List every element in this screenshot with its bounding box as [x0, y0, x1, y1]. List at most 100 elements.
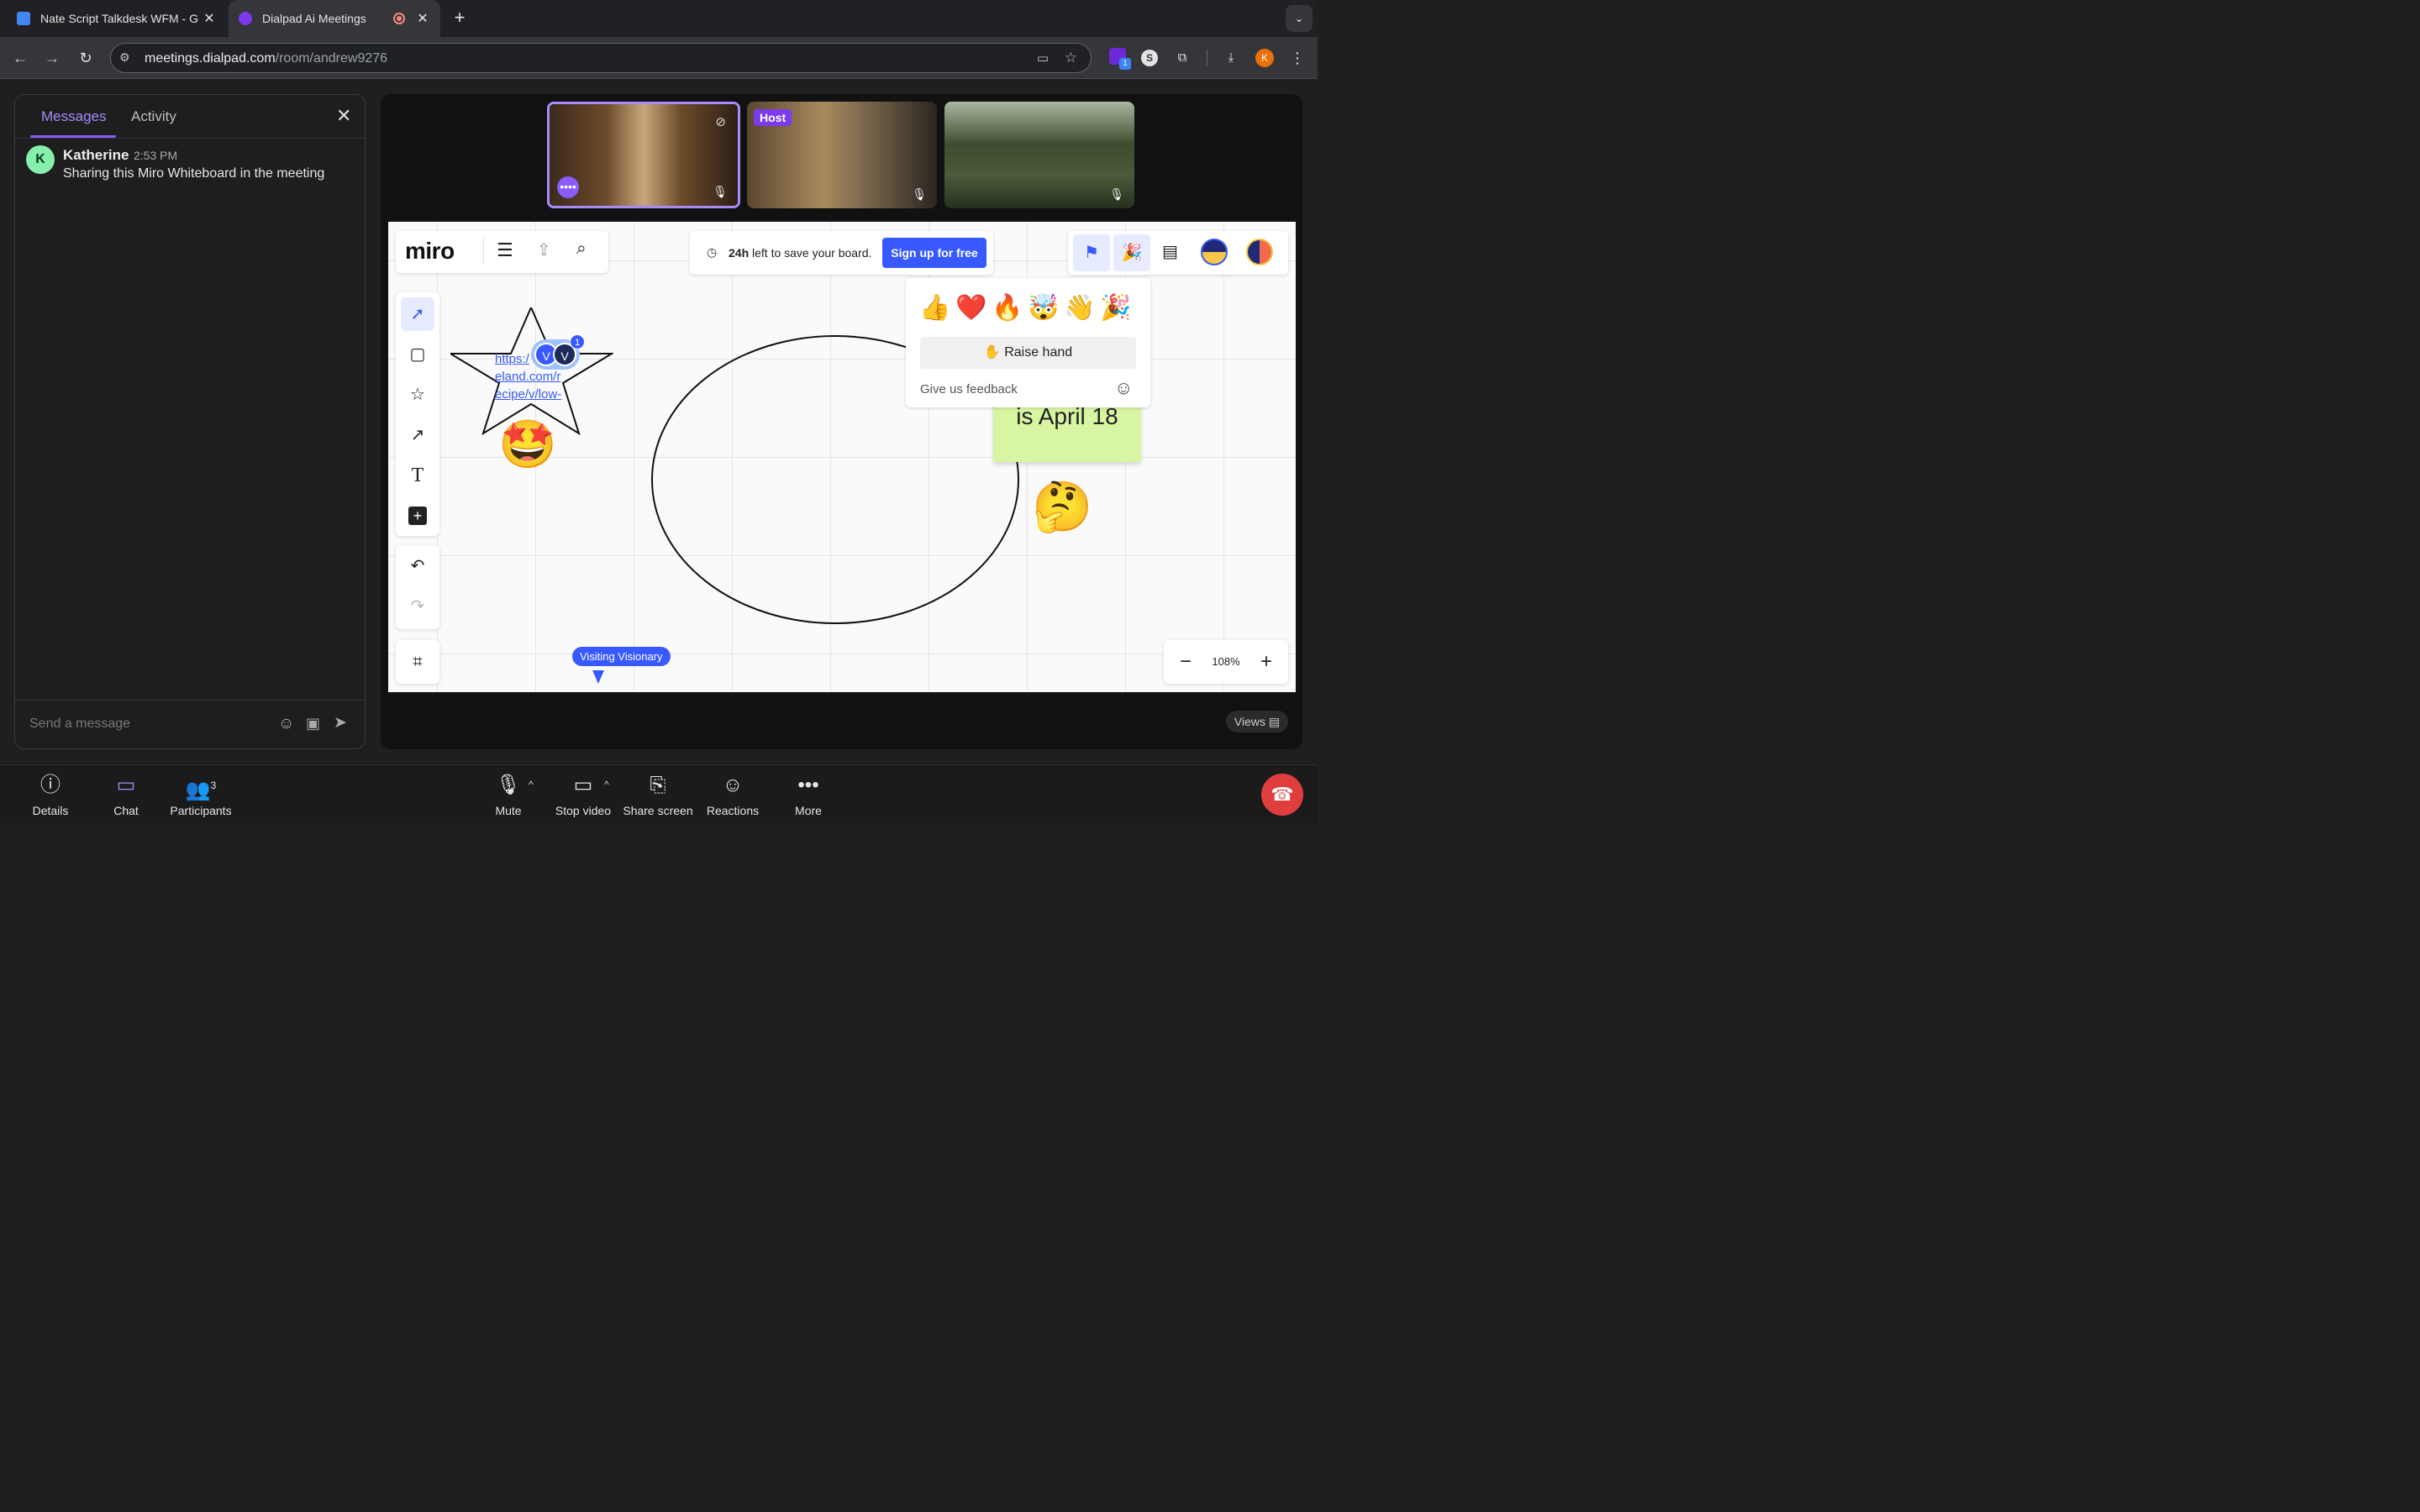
- miro-whiteboard[interactable]: miro ☰ ⇪ ⌕ ◷ 24h left to save your board…: [388, 222, 1296, 692]
- more-button[interactable]: ••• More: [766, 772, 850, 817]
- video-options-chevron-icon[interactable]: ^: [604, 779, 609, 790]
- creation-toolbar: ➚ ▢ ☆ ↗ T +: [396, 292, 439, 536]
- close-tab-icon[interactable]: ✕: [415, 10, 430, 27]
- participant-video-katherine[interactable]: •••• ⊘ 🎙: [547, 102, 740, 208]
- forward-arrow-icon[interactable]: →: [42, 48, 62, 68]
- zoom-out-icon[interactable]: −: [1167, 640, 1204, 684]
- hand-icon: ✋: [983, 345, 1001, 360]
- search-icon[interactable]: ⌕: [576, 239, 587, 259]
- site-info-icon[interactable]: ⚙: [119, 50, 130, 65]
- raise-hand-button[interactable]: ✋ Raise hand: [920, 337, 1136, 369]
- thumbs-up-icon[interactable]: 👍: [919, 291, 951, 325]
- reactions-party-icon[interactable]: 🎉: [1113, 234, 1150, 271]
- user-avatar[interactable]: [1246, 239, 1273, 265]
- tab-activity[interactable]: Activity: [131, 108, 176, 125]
- wave-icon[interactable]: 👋: [1064, 291, 1096, 325]
- collaboration-toolbar: ⚑ 🎉 ▤: [1068, 231, 1288, 275]
- share-screen-icon: ⎘: [650, 774, 666, 796]
- send-icon[interactable]: ➤: [334, 713, 347, 732]
- participants-button[interactable]: 👥3 Participants: [159, 772, 243, 817]
- text-tool-icon[interactable]: T: [401, 459, 434, 492]
- miro-logo: miro: [405, 238, 455, 264]
- chat-panel: Messages Activity ✕ K Katherine 2:53 PM …: [14, 94, 366, 749]
- profile-avatar[interactable]: K: [1255, 48, 1275, 68]
- count-badge: 1: [570, 334, 585, 349]
- zoom-level[interactable]: 108%: [1204, 640, 1248, 684]
- heart-icon[interactable]: ❤️: [955, 291, 987, 325]
- message-input[interactable]: Send a message: [29, 717, 130, 732]
- feedback-smiley-icon[interactable]: ☺: [1114, 377, 1133, 399]
- close-icon[interactable]: ✕: [336, 105, 351, 127]
- browser-toolbar: ← → ↻ ⚙ meetings.dialpad.com/room/andrew…: [0, 37, 1318, 79]
- docs-icon: [17, 12, 30, 25]
- mind-blown-icon[interactable]: 🤯: [1028, 291, 1060, 325]
- cursor-flag-icon[interactable]: ⚑: [1073, 234, 1110, 271]
- download-icon[interactable]: ⤓: [1221, 48, 1241, 68]
- details-button[interactable]: ⓘ Details: [8, 772, 92, 817]
- cursor-pointer-icon: [592, 670, 604, 684]
- image-icon[interactable]: ▣: [306, 715, 320, 732]
- more-dots-icon: •••: [797, 774, 819, 796]
- hang-up-button[interactable]: ☎: [1261, 774, 1303, 816]
- tab-talkdesk-doc[interactable]: Nate Script Talkdesk WFM - G ✕: [7, 0, 227, 37]
- mic-options-chevron-icon[interactable]: ^: [529, 779, 534, 790]
- speaking-indicator-icon: ••••: [557, 176, 579, 198]
- fire-icon[interactable]: 🔥: [992, 291, 1023, 325]
- save-board-banner: ◷ 24h left to save your board. Sign up f…: [690, 231, 993, 275]
- redo-icon[interactable]: ↷: [401, 590, 434, 623]
- tab-messages[interactable]: Messages: [41, 108, 106, 125]
- cursor-avatars: V V 1: [531, 334, 585, 370]
- mute-button[interactable]: 🎙 Mute: [466, 772, 550, 817]
- camera-icon[interactable]: ▭: [1037, 50, 1049, 66]
- divider: [15, 700, 365, 701]
- connector-arrow-icon[interactable]: ↗: [401, 418, 434, 452]
- star-struck-emoji-icon[interactable]: 🤩: [498, 417, 557, 472]
- stop-video-button[interactable]: ▭ Stop video: [541, 772, 625, 817]
- hamburger-menu-icon[interactable]: ☰: [497, 239, 513, 261]
- details-label: Details: [32, 804, 69, 817]
- close-tab-icon[interactable]: ✕: [202, 10, 217, 27]
- back-arrow-icon[interactable]: ←: [10, 48, 30, 68]
- hidden-eye-icon[interactable]: ⊘: [715, 114, 726, 129]
- chat-bubble-icon: ▭: [116, 774, 136, 796]
- select-tool-icon[interactable]: ➚: [401, 297, 434, 331]
- participant-video-3[interactable]: 🎙: [944, 102, 1134, 208]
- reactions-button[interactable]: ☺ Reactions: [691, 772, 775, 817]
- views-button[interactable]: Views ▤: [1226, 711, 1288, 732]
- participant-video-host[interactable]: Host 🎙: [747, 102, 937, 208]
- new-tab-button[interactable]: +: [450, 8, 469, 27]
- feedback-link[interactable]: Give us feedback: [920, 382, 1018, 396]
- thinking-emoji-icon[interactable]: 🤔: [1032, 479, 1092, 536]
- chat-label: Chat: [113, 804, 139, 817]
- tab-search-chevron-icon[interactable]: ⌄: [1286, 5, 1313, 32]
- puzzle-extensions-icon[interactable]: ⧉: [1172, 48, 1192, 68]
- info-icon: ⓘ: [40, 774, 60, 796]
- more-label: More: [795, 804, 822, 817]
- sticky-note-icon[interactable]: ▢: [401, 338, 434, 371]
- party-popper-icon[interactable]: 🎉: [1100, 291, 1132, 325]
- reload-icon[interactable]: ↻: [76, 48, 96, 68]
- sign-up-button[interactable]: Sign up for free: [882, 238, 986, 268]
- undo-icon[interactable]: ↶: [401, 549, 434, 583]
- zoom-in-icon[interactable]: +: [1248, 640, 1285, 684]
- emoji-icon[interactable]: ☺: [278, 715, 294, 733]
- export-icon[interactable]: ⇪: [537, 239, 551, 260]
- chat-button[interactable]: ▭ Chat: [84, 772, 168, 817]
- tab-dialpad-meetings[interactable]: Dialpad Ai Meetings ✕: [229, 0, 440, 37]
- bookmark-star-icon[interactable]: ☆: [1065, 50, 1077, 66]
- s-extension-icon[interactable]: S: [1139, 48, 1160, 68]
- address-bar[interactable]: ⚙ meetings.dialpad.com/room/andrew9276 ▭…: [110, 43, 1092, 73]
- url-path: /room/andrew9276: [275, 51, 388, 66]
- share-screen-button[interactable]: ⎘ Share screen: [616, 772, 700, 817]
- smiley-icon: ☺: [722, 774, 744, 796]
- kebab-menu-icon[interactable]: ⋮: [1287, 48, 1307, 68]
- share-screen-label: Share screen: [623, 804, 693, 817]
- user-avatar[interactable]: [1201, 239, 1228, 265]
- frames-icon[interactable]: ⌗: [401, 645, 434, 679]
- clock-icon: ◷: [707, 245, 718, 259]
- shapes-star-icon[interactable]: ☆: [401, 378, 434, 412]
- extension-icon[interactable]: 1: [1107, 48, 1131, 70]
- comments-icon[interactable]: ▤: [1162, 241, 1178, 262]
- add-plus-icon[interactable]: +: [401, 499, 434, 533]
- microphone-icon: 🎙: [495, 774, 522, 796]
